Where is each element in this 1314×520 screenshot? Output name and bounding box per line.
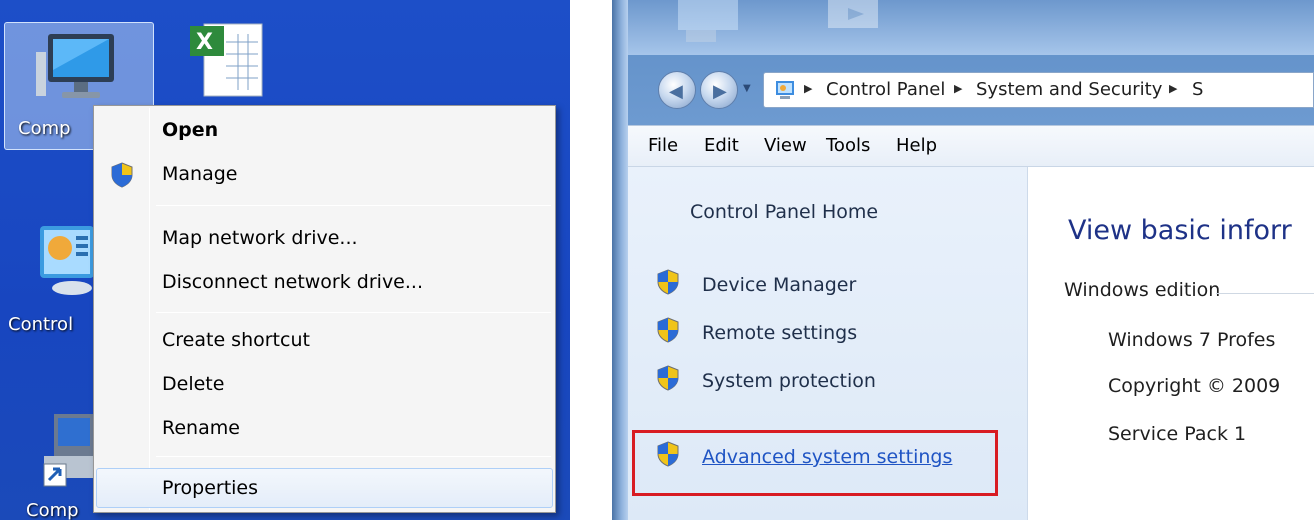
- menu-file[interactable]: File: [648, 135, 678, 156]
- sidebar-item-label: Device Manager: [702, 274, 857, 296]
- section-heading: Windows edition: [1064, 279, 1221, 301]
- menu-item-label: Open: [162, 119, 219, 141]
- section-divider: [1216, 293, 1314, 294]
- highlight-annotation-box: [632, 430, 998, 496]
- window-title-area: [628, 0, 1314, 55]
- window-frame: [612, 0, 628, 520]
- address-bar[interactable]: ▶ Control Panel ▶ System and Security ▶ …: [763, 72, 1314, 108]
- menu-item-label: Rename: [162, 417, 240, 439]
- breadcrumb-control-panel[interactable]: Control Panel: [826, 79, 945, 100]
- uac-shield-icon: [657, 365, 679, 391]
- service-pack-text: Service Pack 1: [1108, 423, 1247, 445]
- programs-icon: [828, 0, 878, 28]
- computer-shortcut-icon-label: Comp: [26, 500, 79, 520]
- menu-item-delete[interactable]: Delete: [96, 364, 553, 404]
- control-panel-icon-label: Control: [8, 314, 74, 335]
- menu-edit[interactable]: Edit: [704, 135, 739, 156]
- menu-item-disconnect-network-drive[interactable]: Disconnect network drive...: [96, 262, 553, 302]
- menu-item-open[interactable]: Open: [96, 110, 553, 150]
- menu-item-label: Disconnect network drive...: [162, 271, 423, 293]
- computer-icon: [36, 34, 114, 98]
- menu-item-label: Manage: [162, 163, 238, 185]
- computer-icon-label: Comp: [18, 118, 71, 139]
- menu-item-manage[interactable]: Manage: [96, 154, 553, 194]
- menu-item-create-shortcut[interactable]: Create shortcut: [96, 320, 553, 360]
- back-button[interactable]: ◀: [658, 71, 696, 109]
- menu-bar: File Edit View Tools Help: [628, 125, 1314, 167]
- control-panel-home-link[interactable]: Control Panel Home: [690, 201, 878, 223]
- menu-help[interactable]: Help: [896, 135, 937, 156]
- breadcrumb-arrow-icon[interactable]: ▶: [1169, 82, 1177, 95]
- uac-shield-icon: [111, 162, 133, 188]
- menu-item-rename[interactable]: Rename: [96, 408, 553, 448]
- history-dropdown-icon[interactable]: ▼: [743, 83, 751, 94]
- menu-item-label: Delete: [162, 373, 225, 395]
- menu-item-label: Properties: [162, 477, 259, 499]
- windows-edition-value: Windows 7 Profes: [1108, 329, 1276, 351]
- context-menu: Open Manage Map network drive... Disconn…: [93, 105, 556, 513]
- back-arrow-icon: ◀: [669, 81, 683, 102]
- menu-item-label: Map network drive...: [162, 227, 358, 249]
- sidebar-item-label: Remote settings: [702, 322, 858, 344]
- breadcrumb-arrow-icon[interactable]: ▶: [804, 82, 812, 95]
- main-content: View basic inforr Windows edition Window…: [1028, 167, 1314, 520]
- breadcrumb-system-and-security[interactable]: System and Security: [976, 79, 1162, 100]
- menu-separator: [156, 456, 551, 457]
- menu-separator: [156, 205, 551, 206]
- uac-shield-icon: [657, 317, 679, 343]
- control-panel-icon: [678, 0, 738, 42]
- forward-arrow-icon: ▶: [713, 81, 727, 102]
- menu-view[interactable]: View: [764, 135, 807, 156]
- breadcrumb-system[interactable]: S: [1192, 79, 1203, 100]
- excel-file-icon[interactable]: X: [182, 18, 272, 98]
- desktop: Comp X Control Comp Open Manage Map netw…: [0, 0, 570, 520]
- forward-button[interactable]: ▶: [700, 71, 738, 109]
- breadcrumb-arrow-icon[interactable]: ▶: [954, 82, 962, 95]
- menu-item-label: Create shortcut: [162, 329, 310, 351]
- page-title: View basic inforr: [1068, 215, 1292, 246]
- menu-item-properties[interactable]: Properties: [96, 468, 553, 508]
- menu-tools[interactable]: Tools: [826, 135, 870, 156]
- navigation-bar: ◀ ▶ ▼ ▶ Control Panel ▶ System and Secur…: [628, 55, 1314, 125]
- menu-item-map-network-drive[interactable]: Map network drive...: [96, 218, 553, 258]
- uac-shield-icon: [657, 269, 679, 295]
- copyright-text: Copyright © 2009: [1108, 375, 1281, 397]
- menu-separator: [156, 312, 551, 313]
- control-panel-small-icon: [776, 81, 794, 99]
- svg-text:X: X: [196, 30, 213, 55]
- sidebar-item-label: System protection: [702, 370, 876, 392]
